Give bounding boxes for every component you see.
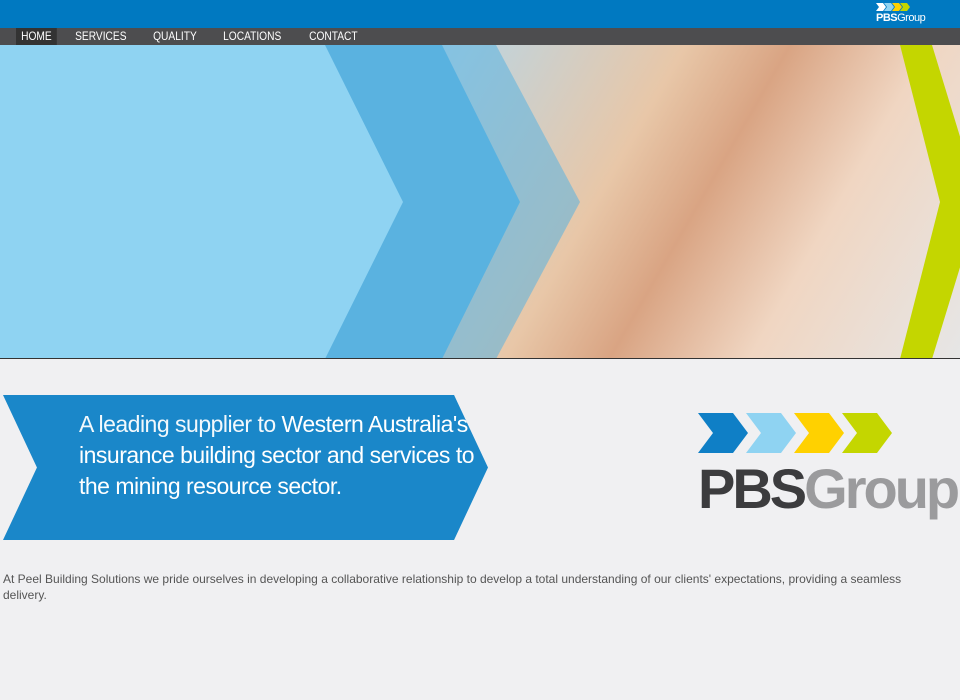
- nav-contact[interactable]: CONTACT: [304, 28, 363, 45]
- nav-home[interactable]: HOME: [16, 28, 57, 45]
- tagline: A leading supplier to Western Australia'…: [79, 411, 475, 499]
- main-nav: HOME SERVICES QUALITY LOCATIONS CONTACT: [0, 28, 960, 45]
- intro-text: At Peel Building Solutions we pride ours…: [3, 572, 902, 602]
- logo-text-light: Group: [897, 12, 926, 24]
- tagline-banner: A leading supplier to Western Australia'…: [3, 395, 488, 540]
- logo-bold: PBS: [698, 457, 807, 520]
- top-bar: PBSGroup: [0, 0, 960, 28]
- header-logo[interactable]: PBSGroup: [876, 3, 932, 25]
- logo-light: Group: [804, 457, 960, 520]
- hero-banner: [0, 45, 960, 359]
- pbs-logo: PBSGroup: [698, 413, 960, 523]
- nav-services[interactable]: SERVICES: [70, 28, 132, 45]
- nav-quality[interactable]: QUALITY: [148, 28, 202, 45]
- logo-text: PBS: [876, 12, 898, 24]
- nav-locations[interactable]: LOCATIONS: [218, 28, 286, 45]
